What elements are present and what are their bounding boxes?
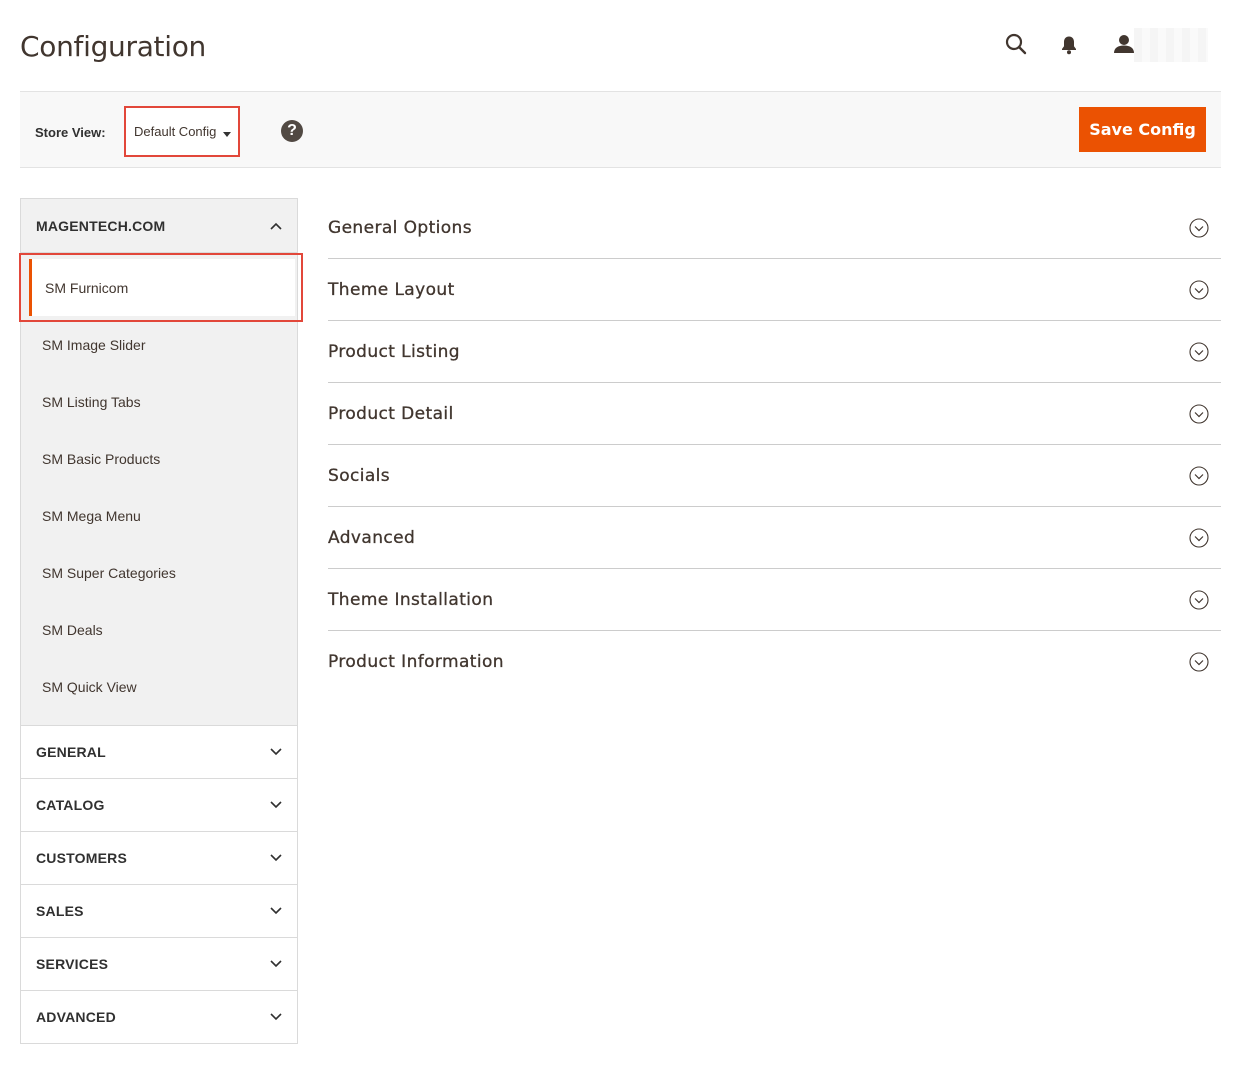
group-theme-installation[interactable]: Theme Installation: [328, 569, 1221, 631]
group-socials[interactable]: Socials: [328, 445, 1221, 507]
chevron-down-icon: [270, 1011, 282, 1023]
group-title: Theme Layout: [328, 279, 455, 300]
group-title: Socials: [328, 465, 391, 486]
group-product-information[interactable]: Product Information: [328, 631, 1221, 693]
sidebar-section-title: GENERAL: [36, 744, 106, 760]
sidebar-section-sales[interactable]: SALES: [20, 885, 298, 938]
sidebar-section-title: SERVICES: [36, 956, 109, 972]
sidebar-section-title: ADVANCED: [36, 1009, 116, 1025]
sidebar-section-header[interactable]: MAGENTECH.COM: [21, 199, 297, 253]
expand-circle-icon: [1189, 589, 1209, 610]
sidebar-item-sm-mega-menu[interactable]: SM Mega Menu: [21, 487, 297, 544]
user-icon[interactable]: [1112, 32, 1136, 56]
store-view-dropdown[interactable]: Default Config: [124, 106, 240, 157]
sidebar-item-sm-deals[interactable]: SM Deals: [21, 601, 297, 658]
bell-icon[interactable]: [1057, 33, 1081, 57]
sidebar-section-title: MAGENTECH.COM: [36, 217, 166, 234]
sidebar-section-title: SALES: [36, 903, 84, 919]
sidebar-sub-list: SM Furnicom SM Image Slider SM Listing T…: [21, 253, 297, 725]
chevron-down-icon: [270, 799, 282, 811]
sidebar-section-magentech: MAGENTECH.COM SM Furnicom SM Image Slide…: [20, 198, 298, 726]
chevron-down-icon: [270, 746, 282, 758]
save-config-button[interactable]: Save Config: [1079, 107, 1206, 152]
expand-circle-icon: [1189, 652, 1209, 672]
group-advanced[interactable]: Advanced: [328, 507, 1221, 569]
expand-circle-icon: [1189, 403, 1209, 424]
expand-circle-icon: [1189, 527, 1209, 548]
expand-circle-icon: [1189, 218, 1209, 238]
sidebar-item-sm-basic-products[interactable]: SM Basic Products: [21, 430, 297, 487]
username-redacted[interactable]: [1134, 28, 1208, 62]
group-theme-layout[interactable]: Theme Layout: [328, 259, 1221, 321]
group-title: Product Detail: [328, 403, 454, 424]
config-groups: General Options Theme Layout Product Lis…: [328, 198, 1221, 693]
expand-circle-icon: [1189, 279, 1209, 300]
sidebar-section-customers[interactable]: CUSTOMERS: [20, 832, 298, 885]
chevron-up-icon: [270, 220, 282, 232]
sidebar-item-sm-quick-view[interactable]: SM Quick View: [21, 658, 297, 715]
sidebar-item-sm-listing-tabs[interactable]: SM Listing Tabs: [21, 373, 297, 430]
expand-circle-icon: [1189, 341, 1209, 362]
group-product-listing[interactable]: Product Listing: [328, 321, 1221, 383]
sidebar-item-sm-super-categories[interactable]: SM Super Categories: [21, 544, 297, 601]
sidebar-section-general[interactable]: GENERAL: [20, 726, 298, 779]
config-sidebar: MAGENTECH.COM SM Furnicom SM Image Slide…: [19, 198, 303, 1044]
chevron-down-icon: [270, 958, 282, 970]
chevron-down-icon: [270, 905, 282, 917]
sidebar-section-services[interactable]: SERVICES: [20, 938, 298, 991]
group-title: Product Listing: [328, 341, 460, 362]
group-title: Theme Installation: [328, 589, 494, 610]
store-view-selected: Default Config: [134, 124, 217, 139]
caret-down-icon: [223, 132, 231, 137]
page-title: Configuration: [20, 30, 206, 63]
sidebar-section-title: CATALOG: [36, 797, 105, 813]
expand-circle-icon: [1189, 465, 1209, 486]
sidebar-section-title: CUSTOMERS: [36, 850, 127, 866]
search-icon[interactable]: [1004, 32, 1028, 56]
sidebar-section-advanced[interactable]: ADVANCED: [20, 991, 298, 1044]
group-product-detail[interactable]: Product Detail: [328, 383, 1221, 445]
sidebar-section-catalog[interactable]: CATALOG: [20, 779, 298, 832]
store-view-bar: Store View: Default Config ? Save Config: [20, 91, 1221, 168]
chevron-down-icon: [270, 852, 282, 864]
group-title: General Options: [328, 218, 472, 238]
store-view-label: Store View:: [35, 125, 106, 140]
group-title: Product Information: [328, 652, 504, 672]
help-icon[interactable]: ?: [281, 120, 303, 142]
group-title: Advanced: [328, 527, 416, 548]
sidebar-item-sm-furnicom[interactable]: SM Furnicom: [29, 259, 295, 316]
group-general-options[interactable]: General Options: [328, 198, 1221, 259]
sidebar-item-sm-image-slider[interactable]: SM Image Slider: [21, 316, 297, 373]
